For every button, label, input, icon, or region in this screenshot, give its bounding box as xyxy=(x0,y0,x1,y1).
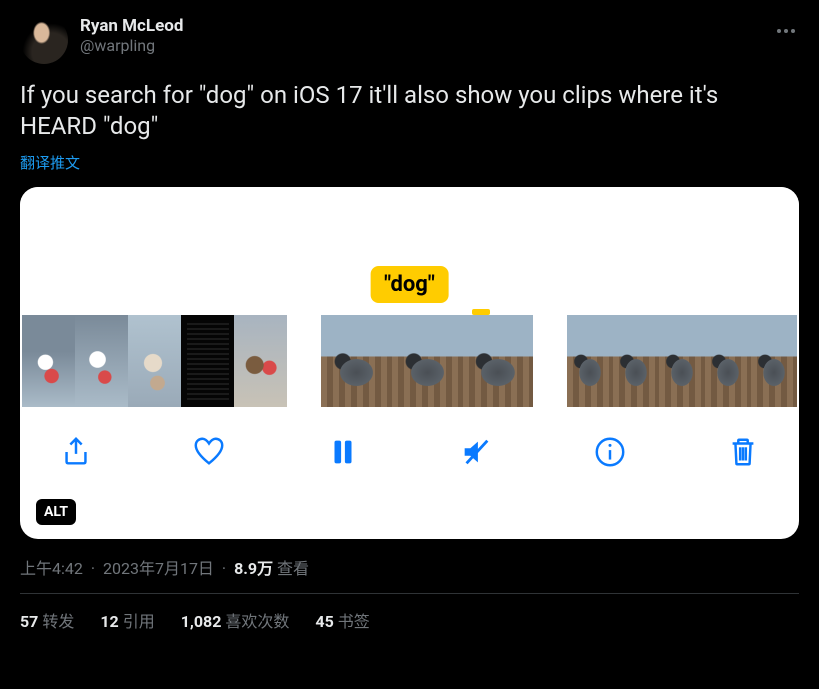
video-timeline[interactable] xyxy=(20,315,799,407)
quotes-count: 12 xyxy=(100,612,118,631)
engagement-stats: 57转发 12 引用 1,082喜欢次数 45 书签 xyxy=(20,594,799,632)
likes-stat[interactable]: 1,082喜欢次数 xyxy=(181,608,290,632)
speaker-muted-icon xyxy=(459,435,493,469)
tweet-meta: 上午4:42 · 2023年7月17日 · 8.9万 查看 xyxy=(20,555,799,579)
media-card[interactable]: "dog" xyxy=(20,187,799,539)
video-thumbnail xyxy=(613,315,659,407)
alt-badge[interactable]: ALT xyxy=(36,499,76,525)
translate-link[interactable]: 翻译推文 xyxy=(20,152,799,173)
bookmarks-label: 书签 xyxy=(338,612,370,631)
video-thumbnail xyxy=(22,315,75,407)
heart-icon xyxy=(192,435,226,469)
pause-button[interactable] xyxy=(323,432,363,472)
display-name: Ryan McLeod xyxy=(80,16,799,36)
quotes-stat[interactable]: 12 引用 xyxy=(100,608,154,632)
likes-count: 1,082 xyxy=(181,612,222,631)
video-thumbnail xyxy=(181,315,234,407)
tweet-time[interactable]: 上午4:42 xyxy=(20,559,83,578)
info-button[interactable] xyxy=(590,432,630,472)
likes-label: 喜欢次数 xyxy=(225,612,289,631)
tweet-container: Ryan McLeod @warpling If you search for … xyxy=(0,0,819,642)
avatar[interactable] xyxy=(20,16,68,64)
media-toolbar xyxy=(20,407,799,497)
retweets-stat[interactable]: 57转发 xyxy=(20,608,74,632)
views-label: 查看 xyxy=(277,559,309,578)
video-thumbnail xyxy=(75,315,128,407)
clip-group[interactable] xyxy=(22,315,287,407)
video-thumbnail xyxy=(128,315,181,407)
tweet-header: Ryan McLeod @warpling xyxy=(20,16,799,64)
video-thumbnail xyxy=(234,315,287,407)
user-block[interactable]: Ryan McLeod @warpling xyxy=(80,16,799,55)
bookmarks-count: 45 xyxy=(315,612,333,631)
video-thumbnail xyxy=(705,315,751,407)
clip-group[interactable] xyxy=(321,315,533,407)
tweet-date[interactable]: 2023年7月17日 xyxy=(103,559,214,578)
retweets-label: 转发 xyxy=(42,612,74,631)
trash-icon xyxy=(726,435,760,469)
video-thumbnail xyxy=(659,315,705,407)
quotes-label: 引用 xyxy=(123,612,155,631)
keyword-chip: "dog" xyxy=(370,266,449,303)
views-count: 8.9万 xyxy=(234,559,273,578)
pause-icon xyxy=(326,435,360,469)
mute-button[interactable] xyxy=(456,432,496,472)
clip-group[interactable] xyxy=(567,315,797,407)
share-button[interactable] xyxy=(56,432,96,472)
video-thumbnail xyxy=(751,315,797,407)
more-button[interactable] xyxy=(769,14,803,48)
info-icon xyxy=(593,435,627,469)
trash-button[interactable] xyxy=(723,432,763,472)
media-top: "dog" xyxy=(20,187,799,315)
like-button[interactable] xyxy=(189,432,229,472)
video-thumbnail xyxy=(463,315,534,407)
share-icon xyxy=(59,435,93,469)
tweet-text: If you search for "dog" on iOS 17 it'll … xyxy=(20,80,799,142)
video-thumbnail xyxy=(567,315,613,407)
user-handle: @warpling xyxy=(80,36,799,55)
retweets-count: 57 xyxy=(20,612,38,631)
video-thumbnail xyxy=(321,315,392,407)
bookmarks-stat[interactable]: 45 书签 xyxy=(315,608,369,632)
video-thumbnail xyxy=(392,315,463,407)
more-icon xyxy=(777,29,795,33)
